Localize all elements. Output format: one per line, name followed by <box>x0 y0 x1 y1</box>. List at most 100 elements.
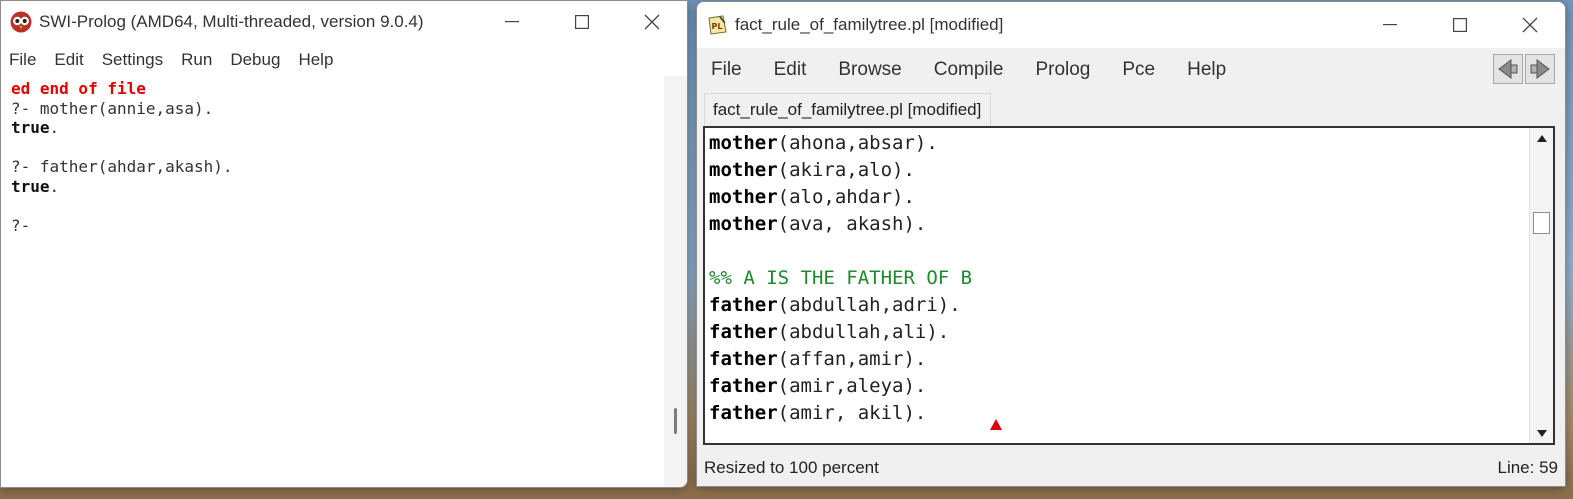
code-line: %% A IS THE FATHER OF B <box>709 265 1527 292</box>
console-line: true. <box>11 118 666 138</box>
predicate-name: mother <box>709 213 778 235</box>
predicate-name: father <box>709 321 778 343</box>
menu-settings[interactable]: Settings <box>93 50 172 70</box>
console-output[interactable]: ed end of file ?- mother(annie,asa). true.… <box>1 76 666 487</box>
menu-prolog[interactable]: Prolog <box>1024 59 1101 81</box>
menu-run[interactable]: Run <box>172 50 221 70</box>
code-line: father(amir,aleya). <box>709 373 1527 400</box>
menu-compile[interactable]: Compile <box>923 59 1015 81</box>
minimize-icon <box>505 21 519 23</box>
maximize-icon <box>1453 18 1467 32</box>
menu-debug[interactable]: Debug <box>221 50 289 70</box>
status-message: Resized to 100 percent <box>704 458 879 477</box>
console-text: . <box>49 176 60 196</box>
predicate-name: mother <box>709 132 778 154</box>
navigation-buttons <box>1493 54 1555 84</box>
code-line: father(amir, akil). <box>709 400 1527 427</box>
minimize-icon <box>1383 24 1397 26</box>
predicate-args: (alo,ahdar). <box>777 186 915 208</box>
editor-body: fact_rule_of_familytree.pl [modified] mo… <box>697 92 1565 486</box>
pl-file-icon: PL <box>708 15 727 35</box>
menu-pce[interactable]: Pce <box>1111 59 1166 81</box>
swi-prolog-owl-icon <box>10 11 32 33</box>
menu-help[interactable]: Help <box>1176 59 1237 81</box>
code-line: father(abdullah,ali). <box>709 319 1527 346</box>
code-editor[interactable]: mother(ahona,absar). mother(akira,alo). mo… <box>703 126 1555 445</box>
console-text: ?- father(ahdar,akash). <box>11 157 233 176</box>
predicate-name: father <box>709 375 778 397</box>
code-line: father(affan,amir). <box>709 346 1527 373</box>
console-line: ?- <box>11 216 666 236</box>
console-line: true. <box>11 177 666 197</box>
error-text: ed end of file <box>11 79 146 98</box>
predicate-name: mother <box>709 186 778 208</box>
close-button[interactable] <box>617 1 687 43</box>
minimize-button[interactable] <box>477 1 547 43</box>
menu-file[interactable]: File <box>1 50 45 70</box>
scroll-up-button[interactable] <box>1530 128 1553 148</box>
console-scrollbar-thumb[interactable] <box>674 408 677 434</box>
scrollbar-thumb[interactable] <box>1533 212 1550 234</box>
menu-browse[interactable]: Browse <box>827 59 912 81</box>
console-titlebar[interactable]: SWI-Prolog (AMD64, Multi-threaded, versi… <box>1 1 687 43</box>
console-line: ed end of file <box>11 79 666 99</box>
console-text: ?- mother(annie,asa). <box>11 98 214 118</box>
editor-titlebar[interactable]: PL fact_rule_of_familytree.pl [modified] <box>697 2 1565 48</box>
code-comment: %% A IS THE FATHER OF B <box>709 267 973 289</box>
predicate-args: (amir,aleya). <box>777 375 927 397</box>
maximize-icon <box>575 15 589 29</box>
line-indicator: Line: 59 <box>1497 458 1559 477</box>
console-menubar: File Edit Settings Run Debug Help <box>1 43 687 76</box>
editor-maximize-button[interactable] <box>1425 2 1495 48</box>
console-text: ?- <box>11 215 31 235</box>
close-icon <box>1522 17 1538 33</box>
svg-text:PL: PL <box>712 22 723 31</box>
editor-window: PL fact_rule_of_familytree.pl [modified]… <box>696 1 1566 487</box>
menu-edit[interactable]: Edit <box>763 59 818 81</box>
forward-button[interactable] <box>1525 54 1555 84</box>
console-scrollbar[interactable] <box>664 76 687 487</box>
console-window-title: SWI-Prolog (AMD64, Multi-threaded, versi… <box>39 12 424 31</box>
predicate-args: (amir, akil). <box>777 402 927 424</box>
editor-menubar: File Edit Browse Compile Prolog Pce Help <box>697 48 1565 92</box>
back-button[interactable] <box>1493 54 1523 84</box>
code-line: mother(ava, akash). <box>709 211 1527 238</box>
scroll-down-button[interactable] <box>1530 423 1553 443</box>
predicate-args: (affan,amir). <box>777 348 927 370</box>
console-line: ?- mother(annie,asa). <box>11 99 666 119</box>
menu-edit[interactable]: Edit <box>45 50 92 70</box>
predicate-name: father <box>709 294 778 316</box>
predicate-args: (abdullah,adri). <box>777 294 961 316</box>
scroll-up-icon <box>1536 134 1547 142</box>
predicate-name: mother <box>709 159 778 181</box>
editor-scrollbar[interactable] <box>1529 128 1553 443</box>
menu-help[interactable]: Help <box>289 50 342 70</box>
swi-prolog-console-window: SWI-Prolog (AMD64, Multi-threaded, versi… <box>0 0 688 488</box>
back-arrow-icon <box>1498 59 1518 79</box>
scroll-down-icon <box>1536 429 1547 437</box>
editor-minimize-button[interactable] <box>1355 2 1425 48</box>
predicate-args: (akira,alo). <box>777 159 915 181</box>
forward-arrow-icon <box>1530 59 1550 79</box>
close-icon <box>644 14 660 30</box>
predicate-args: (ahona,absar). <box>777 132 938 154</box>
status-bar: Resized to 100 percent Line: 59 <box>697 448 1565 486</box>
console-text: . <box>49 118 60 137</box>
editor-close-button[interactable] <box>1495 2 1565 48</box>
console-line: ?- father(ahdar,akash). <box>11 157 666 177</box>
menu-file[interactable]: File <box>697 59 753 81</box>
code-line: mother(alo,ahdar). <box>709 184 1527 211</box>
code-line: mother(ahona,absar). <box>709 130 1527 157</box>
code-text[interactable]: mother(ahona,absar). mother(akira,alo). mo… <box>709 130 1527 427</box>
result-true: true <box>11 118 50 137</box>
predicate-name: father <box>709 402 778 424</box>
editor-window-title: fact_rule_of_familytree.pl [modified] <box>735 15 1004 34</box>
caret-marker <box>990 419 1002 430</box>
file-tab[interactable]: fact_rule_of_familytree.pl [modified] <box>704 93 992 126</box>
code-line: mother(akira,alo). <box>709 157 1527 184</box>
maximize-button[interactable] <box>547 1 617 43</box>
code-line: father(abdullah,adri). <box>709 292 1527 319</box>
